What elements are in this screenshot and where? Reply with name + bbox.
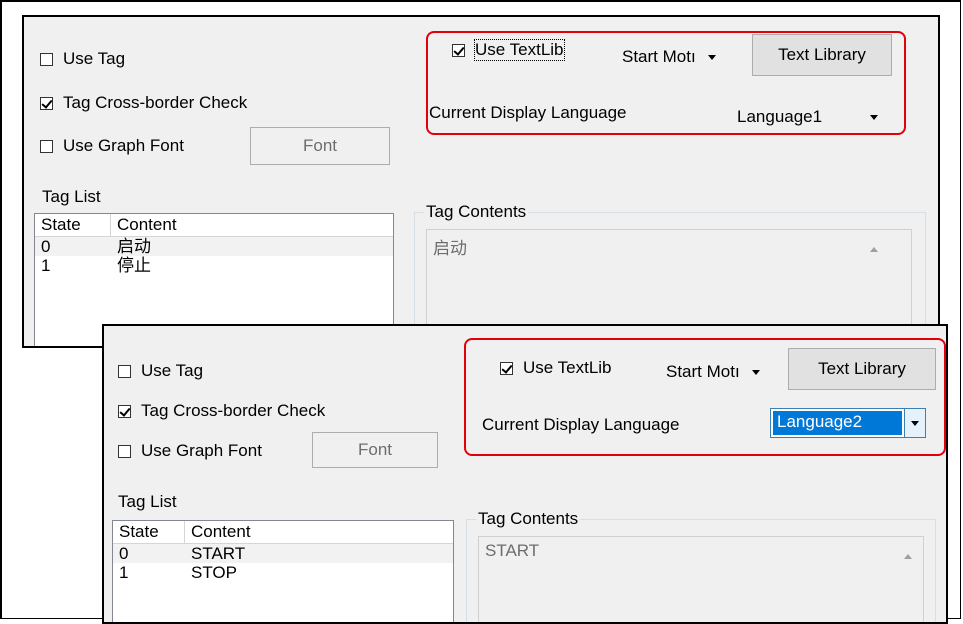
column-header-state[interactable]: State — [113, 521, 185, 543]
row-state: 1 — [119, 563, 129, 582]
row-state: 0 — [119, 544, 129, 563]
use-textlib-label: Use TextLib — [474, 39, 565, 61]
current-display-language-label: Current Display Language — [429, 103, 627, 122]
row-state: 1 — [41, 256, 51, 275]
tag-contents-textarea[interactable]: START — [478, 536, 924, 622]
chevron-down-icon — [751, 369, 760, 375]
tag-list-label: Tag List — [118, 492, 177, 511]
tag-cross-border-checkbox[interactable]: Tag Cross-border Check — [40, 93, 247, 113]
start-mode-combo[interactable]: Start Motı — [622, 47, 716, 67]
display-language-value: Language2 — [773, 411, 902, 435]
tag-cross-border-box[interactable] — [118, 404, 131, 418]
current-display-language-label: Current Display Language — [482, 415, 680, 434]
use-graph-font-box[interactable] — [40, 139, 53, 153]
list-item[interactable]: 1 停止 — [35, 256, 393, 275]
use-tag-box[interactable] — [118, 364, 131, 378]
display-language-combo[interactable]: Language1 — [737, 107, 879, 127]
display-language-value: Language1 — [737, 107, 823, 126]
combo-dropdown-button[interactable] — [904, 409, 925, 437]
list-item[interactable]: 1 STOP — [113, 563, 453, 582]
start-mode-value: Start Motı — [622, 47, 696, 66]
chevron-down-icon — [707, 54, 716, 60]
tag-contents-label: Tag Contents — [476, 509, 581, 529]
row-content: STOP — [191, 563, 237, 582]
tag-contents-value: START — [485, 541, 540, 560]
tag-list[interactable]: State Content 0 START 1 STOP — [112, 520, 454, 622]
use-graph-font-checkbox[interactable]: Use Graph Font — [118, 441, 262, 461]
tag-list-label: Tag List — [42, 187, 101, 206]
start-mode-combo[interactable]: Start Motı — [666, 362, 760, 382]
column-header-state[interactable]: State — [35, 214, 111, 236]
font-button[interactable]: Font — [250, 127, 390, 165]
tag-cross-border-box[interactable] — [40, 96, 53, 110]
use-tag-label: Use Tag — [141, 361, 204, 380]
row-content: START — [191, 544, 246, 563]
use-tag-checkbox[interactable]: Use Tag — [40, 49, 125, 69]
list-item[interactable]: 0 启动 — [35, 237, 393, 256]
tag-list-header: State Content — [113, 521, 453, 544]
font-button[interactable]: Font — [312, 432, 438, 468]
column-header-content[interactable]: Content — [185, 521, 453, 543]
use-graph-font-label: Use Graph Font — [141, 441, 262, 460]
use-graph-font-box[interactable] — [118, 444, 131, 458]
settings-panel-language1: Use Tag Tag Cross-border Check Use Graph… — [22, 15, 940, 348]
row-content: 停止 — [117, 256, 151, 275]
row-state: 0 — [41, 237, 51, 256]
use-graph-font-checkbox[interactable]: Use Graph Font — [40, 136, 184, 156]
use-textlib-checkbox[interactable]: Use TextLib — [500, 358, 612, 378]
text-library-button[interactable]: Text Library — [788, 348, 936, 390]
use-textlib-box[interactable] — [452, 43, 465, 57]
use-tag-box[interactable] — [40, 52, 53, 66]
text-library-button[interactable]: Text Library — [752, 34, 892, 76]
tag-cross-border-checkbox[interactable]: Tag Cross-border Check — [118, 401, 325, 421]
row-content: 启动 — [117, 237, 151, 256]
column-header-content[interactable]: Content — [111, 214, 393, 236]
scroll-up-icon[interactable] — [904, 554, 912, 559]
list-item[interactable]: 0 START — [113, 544, 453, 563]
use-tag-label: Use Tag — [63, 49, 126, 68]
use-textlib-checkbox[interactable]: Use TextLib — [452, 39, 565, 61]
tag-cross-border-label: Tag Cross-border Check — [63, 93, 248, 112]
use-tag-checkbox[interactable]: Use Tag — [118, 361, 203, 381]
tag-contents-value: 启动 — [433, 239, 467, 258]
tag-list-header: State Content — [35, 214, 393, 237]
display-language-combo[interactable]: Language2 — [770, 408, 926, 438]
chevron-down-icon — [911, 420, 919, 426]
chevron-down-icon — [870, 114, 879, 120]
settings-panel-language2: Use Tag Tag Cross-border Check Use Graph… — [102, 324, 948, 624]
use-graph-font-label: Use Graph Font — [63, 136, 184, 155]
start-mode-value: Start Motı — [666, 362, 740, 381]
use-textlib-label: Use TextLib — [523, 358, 612, 377]
scroll-up-icon[interactable] — [870, 247, 878, 252]
tag-contents-label: Tag Contents — [424, 202, 529, 222]
tag-cross-border-label: Tag Cross-border Check — [141, 401, 326, 420]
use-textlib-box[interactable] — [500, 361, 513, 375]
